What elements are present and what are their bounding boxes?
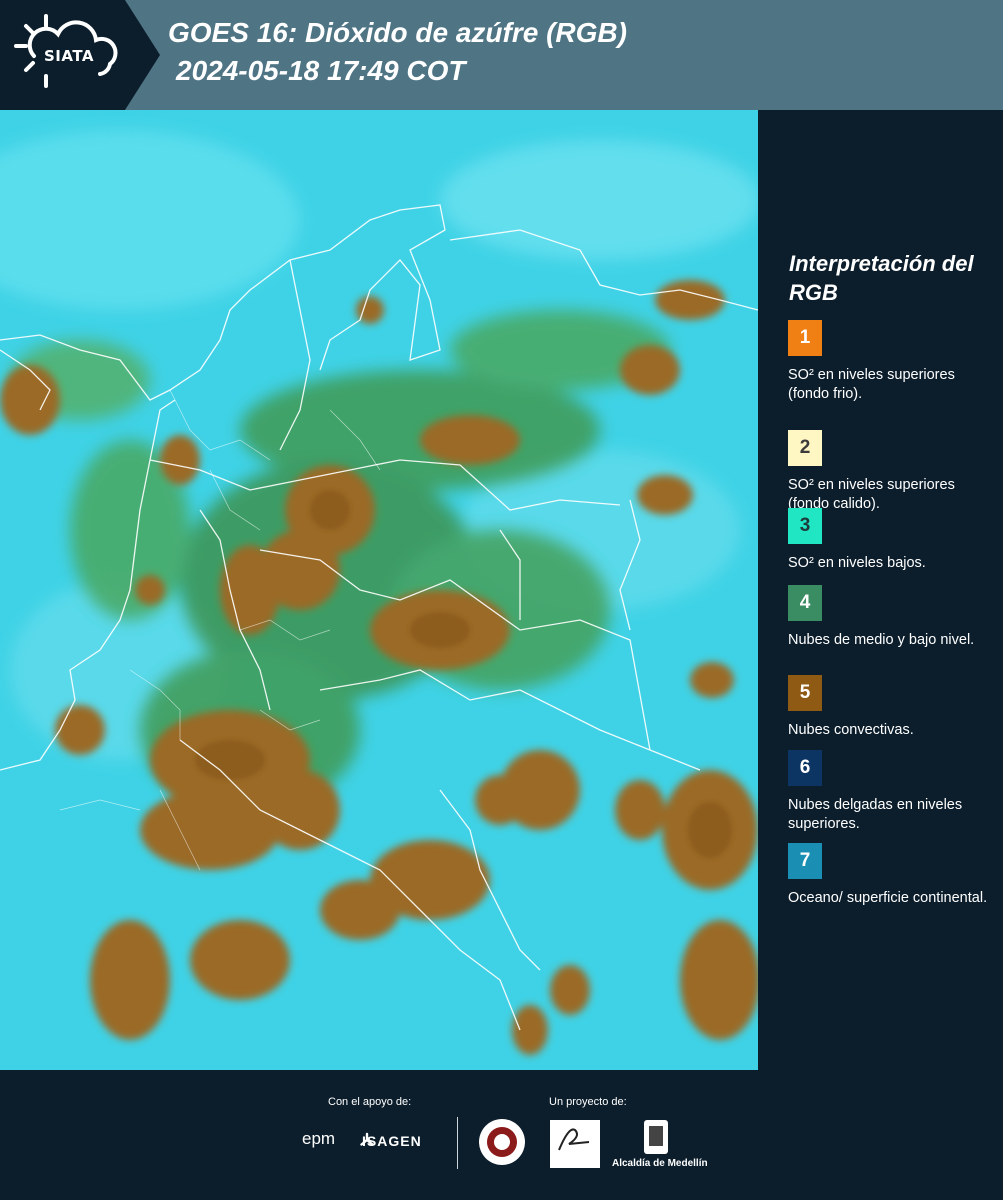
footer: Con el apoyo de: Un proyecto de: epm ISA… xyxy=(0,1070,1003,1200)
legend-item: 7 Oceano/ superficie continental. xyxy=(788,843,993,908)
footer-divider xyxy=(457,1117,458,1169)
legend-item: 2 SO² en niveles superiores (fondo calido… xyxy=(788,430,993,514)
header-bar: SIATA GOES 16: Dióxido de azúfre (RGB) 2… xyxy=(0,0,1003,110)
satellite-map[interactable] xyxy=(0,110,758,1070)
legend-swatch: 1 xyxy=(788,320,822,356)
siata-logo[interactable]: SIATA xyxy=(0,0,160,110)
page-title: GOES 16: Dióxido de azúfre (RGB) 2024-05… xyxy=(168,14,627,90)
legend-item-label: Oceano/ superficie continental. xyxy=(788,890,988,906)
area-script-icon xyxy=(558,1128,590,1151)
legend-swatch: 2 xyxy=(788,430,822,466)
epm-logo[interactable]: epm xyxy=(302,1129,335,1149)
legend-panel: Interpretación del RGB 1 SO² en niveles s… xyxy=(758,110,1003,1070)
legend-item: 4 Nubes de medio y bajo nivel. xyxy=(788,585,993,650)
medellin-seal-icon[interactable] xyxy=(477,1117,527,1167)
legend-item: 5 Nubes convectivas. xyxy=(788,675,993,740)
title-line-2: 2024-05-18 17:49 COT xyxy=(176,55,466,86)
legend-swatch: 3 xyxy=(788,508,822,544)
legend-title: Interpretación del RGB xyxy=(789,251,974,305)
legend-item: 6 Nubes delgadas en niveles superiores. xyxy=(788,750,993,834)
satellite-image xyxy=(0,110,758,1070)
title-line-1: GOES 16: Dióxido de azúfre (RGB) xyxy=(168,17,627,48)
legend-item-label: SO² en niveles superiores (fondo frio). xyxy=(788,367,955,402)
legend-item: 3 SO² en niveles bajos. xyxy=(788,508,993,573)
project-caption: Un proyecto de: xyxy=(549,1096,627,1108)
legend-swatch: 4 xyxy=(788,585,822,621)
siata-logo-text: SIATA xyxy=(44,47,95,65)
legend-swatch: 6 xyxy=(788,750,822,786)
support-caption: Con el apoyo de: xyxy=(328,1096,412,1108)
legend-swatch: 7 xyxy=(788,843,822,879)
legend-item-label: Nubes convectivas. xyxy=(788,722,914,738)
legend-item-label: Nubes de medio y bajo nivel. xyxy=(788,632,975,648)
legend-item-label: Nubes delgadas en niveles superiores. xyxy=(788,797,963,832)
alcaldia-shield-icon xyxy=(644,1120,668,1154)
alcaldia-logo-text[interactable]: Alcaldía de Medellín xyxy=(612,1158,708,1169)
isagen-logo[interactable]: ISAGEN xyxy=(362,1133,422,1149)
legend-item: 1 SO² en niveles superiores (fondo frio). xyxy=(788,320,993,404)
legend-swatch: 5 xyxy=(788,675,822,711)
legend-item-label: SO² en niveles bajos. xyxy=(788,555,926,571)
